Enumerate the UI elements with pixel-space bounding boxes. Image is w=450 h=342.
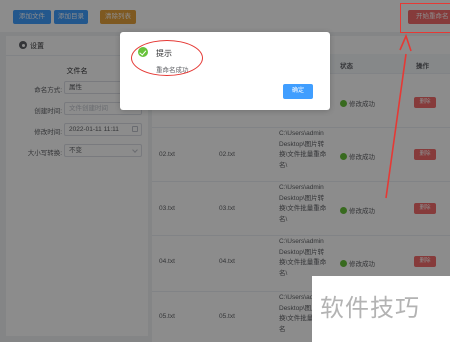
annotation-box [400, 3, 450, 33]
annotation-ellipse [131, 40, 203, 76]
ok-button[interactable]: 确定 [283, 84, 313, 99]
watermark-text: 软件技巧 [320, 294, 420, 322]
watermark: 软件技巧 [312, 276, 450, 342]
